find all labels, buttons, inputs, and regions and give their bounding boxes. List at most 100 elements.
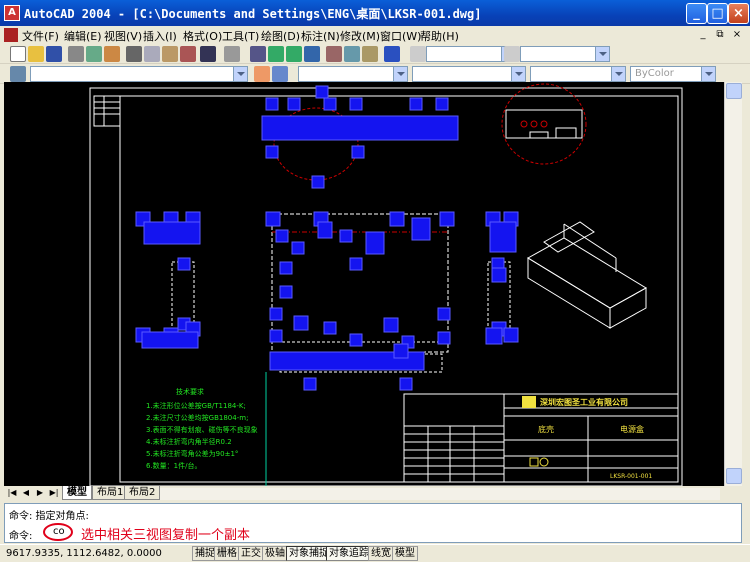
tech-req-line: 4.未标注折弯内角半径R0.2 [146, 437, 232, 446]
menu-bar: 文件(F) 编辑(E) 视图(V) 插入(I) 格式(O) 工具(T) 绘图(D… [0, 26, 750, 44]
drawing-canvas[interactable]: 技术要求 1.未注形位公差按GB/T1184-K; 2.未注尺寸公差均按GB18… [4, 82, 724, 487]
layer-manager-icon[interactable] [10, 66, 26, 82]
company-name: 深圳宏图圣工业有限公司 [540, 397, 628, 407]
layer-dropdown[interactable] [30, 66, 248, 82]
command-prompt: 命令: [9, 531, 33, 542]
polar-toggle[interactable]: 极轴 [262, 546, 288, 561]
help-icon[interactable] [384, 46, 400, 62]
window-title: AutoCAD 2004 - [C:\Documents and Setting… [24, 7, 482, 21]
vertical-scrollbar[interactable] [724, 82, 742, 486]
menu-draw[interactable]: 绘图(D) [261, 28, 300, 44]
lineweight-toggle[interactable]: 线宽 [368, 546, 394, 561]
title-bar: A AutoCAD 2004 - [C:\Documents and Setti… [0, 0, 750, 26]
status-bar: 9617.9335, 1112.6482, 0.0000 捕捉 栅格 正交 极轴… [0, 544, 750, 562]
tool-palettes-icon[interactable] [362, 46, 378, 62]
design-center-icon[interactable] [344, 46, 360, 62]
tech-req-line: 3.表面不得有划痕、碰伤等不良现象 [146, 425, 258, 434]
minimize-button[interactable]: _ [686, 3, 707, 24]
publish-icon[interactable] [104, 46, 120, 62]
drawing-number: LKSR-001-001 [610, 473, 652, 480]
menu-help[interactable]: 帮助(H) [420, 28, 459, 44]
menu-edit[interactable]: 编辑(E) [64, 28, 102, 44]
zoom-window-icon[interactable] [286, 46, 302, 62]
paste-icon[interactable] [162, 46, 178, 62]
company-logo [522, 396, 536, 408]
linetype-dropdown[interactable] [412, 66, 526, 82]
menu-file[interactable]: 文件(F) [22, 28, 59, 44]
tab-layout2[interactable]: 布局2 [124, 486, 161, 500]
menu-insert[interactable]: 插入(I) [143, 28, 177, 44]
cut-icon[interactable] [126, 46, 142, 62]
doc-minimize-button[interactable]: _ [696, 28, 710, 42]
print-icon[interactable] [68, 46, 84, 62]
coordinate-readout: 9617.9335, 1112.6482, 0.0000 [6, 548, 162, 559]
zoom-previous-icon[interactable] [304, 46, 320, 62]
pan-icon[interactable] [250, 46, 266, 62]
text-style-dropdown[interactable] [426, 46, 516, 62]
layers-toolbar: ByColor [0, 64, 750, 84]
command-window[interactable]: 命令: 指定对角点: 命令: co 选中相关三视图复制一个副本 [4, 503, 742, 543]
menu-modify[interactable]: 修改(M) [340, 28, 380, 44]
tab-model[interactable]: 模型 [62, 486, 92, 500]
tech-req-line: 2.未注尺寸公差均按GB1804-m; [146, 413, 248, 422]
drawing-name: 电源盒 [620, 424, 644, 434]
scroll-down-button[interactable] [726, 468, 742, 484]
tech-requirements: 技术要求 1.未注形位公差按GB/T1184-K; 2.未注尺寸公差均按GB18… [146, 387, 258, 470]
menu-view[interactable]: 视图(V) [104, 28, 142, 44]
otrack-toggle[interactable]: 对象追踪 [326, 546, 372, 561]
ortho-toggle[interactable]: 正交 [238, 546, 264, 561]
selection-grips [135, 85, 519, 391]
text-style-icon[interactable] [410, 46, 426, 62]
save-icon[interactable] [46, 46, 62, 62]
close-button[interactable]: × [728, 3, 749, 24]
tab-layout1[interactable]: 布局1 [92, 486, 129, 500]
properties-icon[interactable] [326, 46, 342, 62]
drawing-frame [119, 95, 679, 483]
new-icon[interactable] [10, 46, 26, 62]
open-icon[interactable] [28, 46, 44, 62]
lineweight-dropdown[interactable] [530, 66, 626, 82]
tech-req-line: 6.数量：1件/台。 [146, 461, 202, 470]
tech-req-line: 1.未注形位公差按GB/T1184-K; [146, 401, 246, 410]
drawing-svg: 技术要求 1.未注形位公差按GB/T1184-K; 2.未注尺寸公差均按GB18… [89, 83, 683, 487]
color-dropdown[interactable] [298, 66, 408, 82]
layer-previous-icon[interactable] [272, 66, 288, 82]
prev-tab-button[interactable]: ◀ [20, 487, 32, 499]
print-preview-icon[interactable] [86, 46, 102, 62]
dim-style-icon[interactable] [504, 46, 520, 62]
undo-icon[interactable] [200, 46, 216, 62]
make-current-icon[interactable] [254, 66, 270, 82]
autocad-icon[interactable]: A [4, 5, 20, 21]
copy-icon[interactable] [144, 46, 160, 62]
title-block: 深圳宏图圣工业有限公司 底壳 电源盒 LKSR-001-001 [403, 393, 679, 483]
first-tab-button[interactable]: |◀ [6, 487, 18, 499]
plotstyle-value: ByColor [635, 68, 674, 79]
doc-close-button[interactable]: × [730, 28, 744, 42]
model-toggle[interactable]: 模型 [392, 546, 418, 561]
grid-toggle[interactable]: 栅格 [214, 546, 240, 561]
doc-restore-button[interactable]: ⧉ [713, 28, 727, 42]
tech-req-title: 技术要求 [176, 387, 204, 396]
standard-toolbar [0, 44, 750, 64]
command-input[interactable]: co [53, 526, 65, 537]
horizontal-scrollbar[interactable] [160, 488, 720, 500]
dim-style-dropdown[interactable] [520, 46, 610, 62]
menu-tools[interactable]: 工具(T) [222, 28, 259, 44]
tech-req-line: 5.未标注折弯角公差为90±1° [146, 449, 238, 458]
menu-window[interactable]: 窗口(W) [380, 28, 421, 44]
menu-format[interactable]: 格式(O) [183, 28, 222, 44]
last-tab-button[interactable]: ▶| [48, 487, 60, 499]
zoom-realtime-icon[interactable] [268, 46, 284, 62]
next-tab-button[interactable]: ▶ [34, 487, 46, 499]
maximize-button[interactable]: □ [707, 3, 728, 24]
menu-dimension[interactable]: 标注(N) [301, 28, 340, 44]
scroll-up-button[interactable] [726, 83, 742, 99]
tutorial-annotation: 选中相关三视图复制一个副本 [81, 528, 251, 543]
revision-table [93, 95, 121, 127]
match-properties-icon[interactable] [180, 46, 196, 62]
redo-icon[interactable] [224, 46, 240, 62]
isometric-view [527, 221, 647, 329]
plotstyle-dropdown[interactable]: ByColor [630, 66, 716, 82]
command-history-line: 命令: 指定对角点: [9, 511, 89, 522]
document-icon[interactable] [4, 28, 18, 42]
